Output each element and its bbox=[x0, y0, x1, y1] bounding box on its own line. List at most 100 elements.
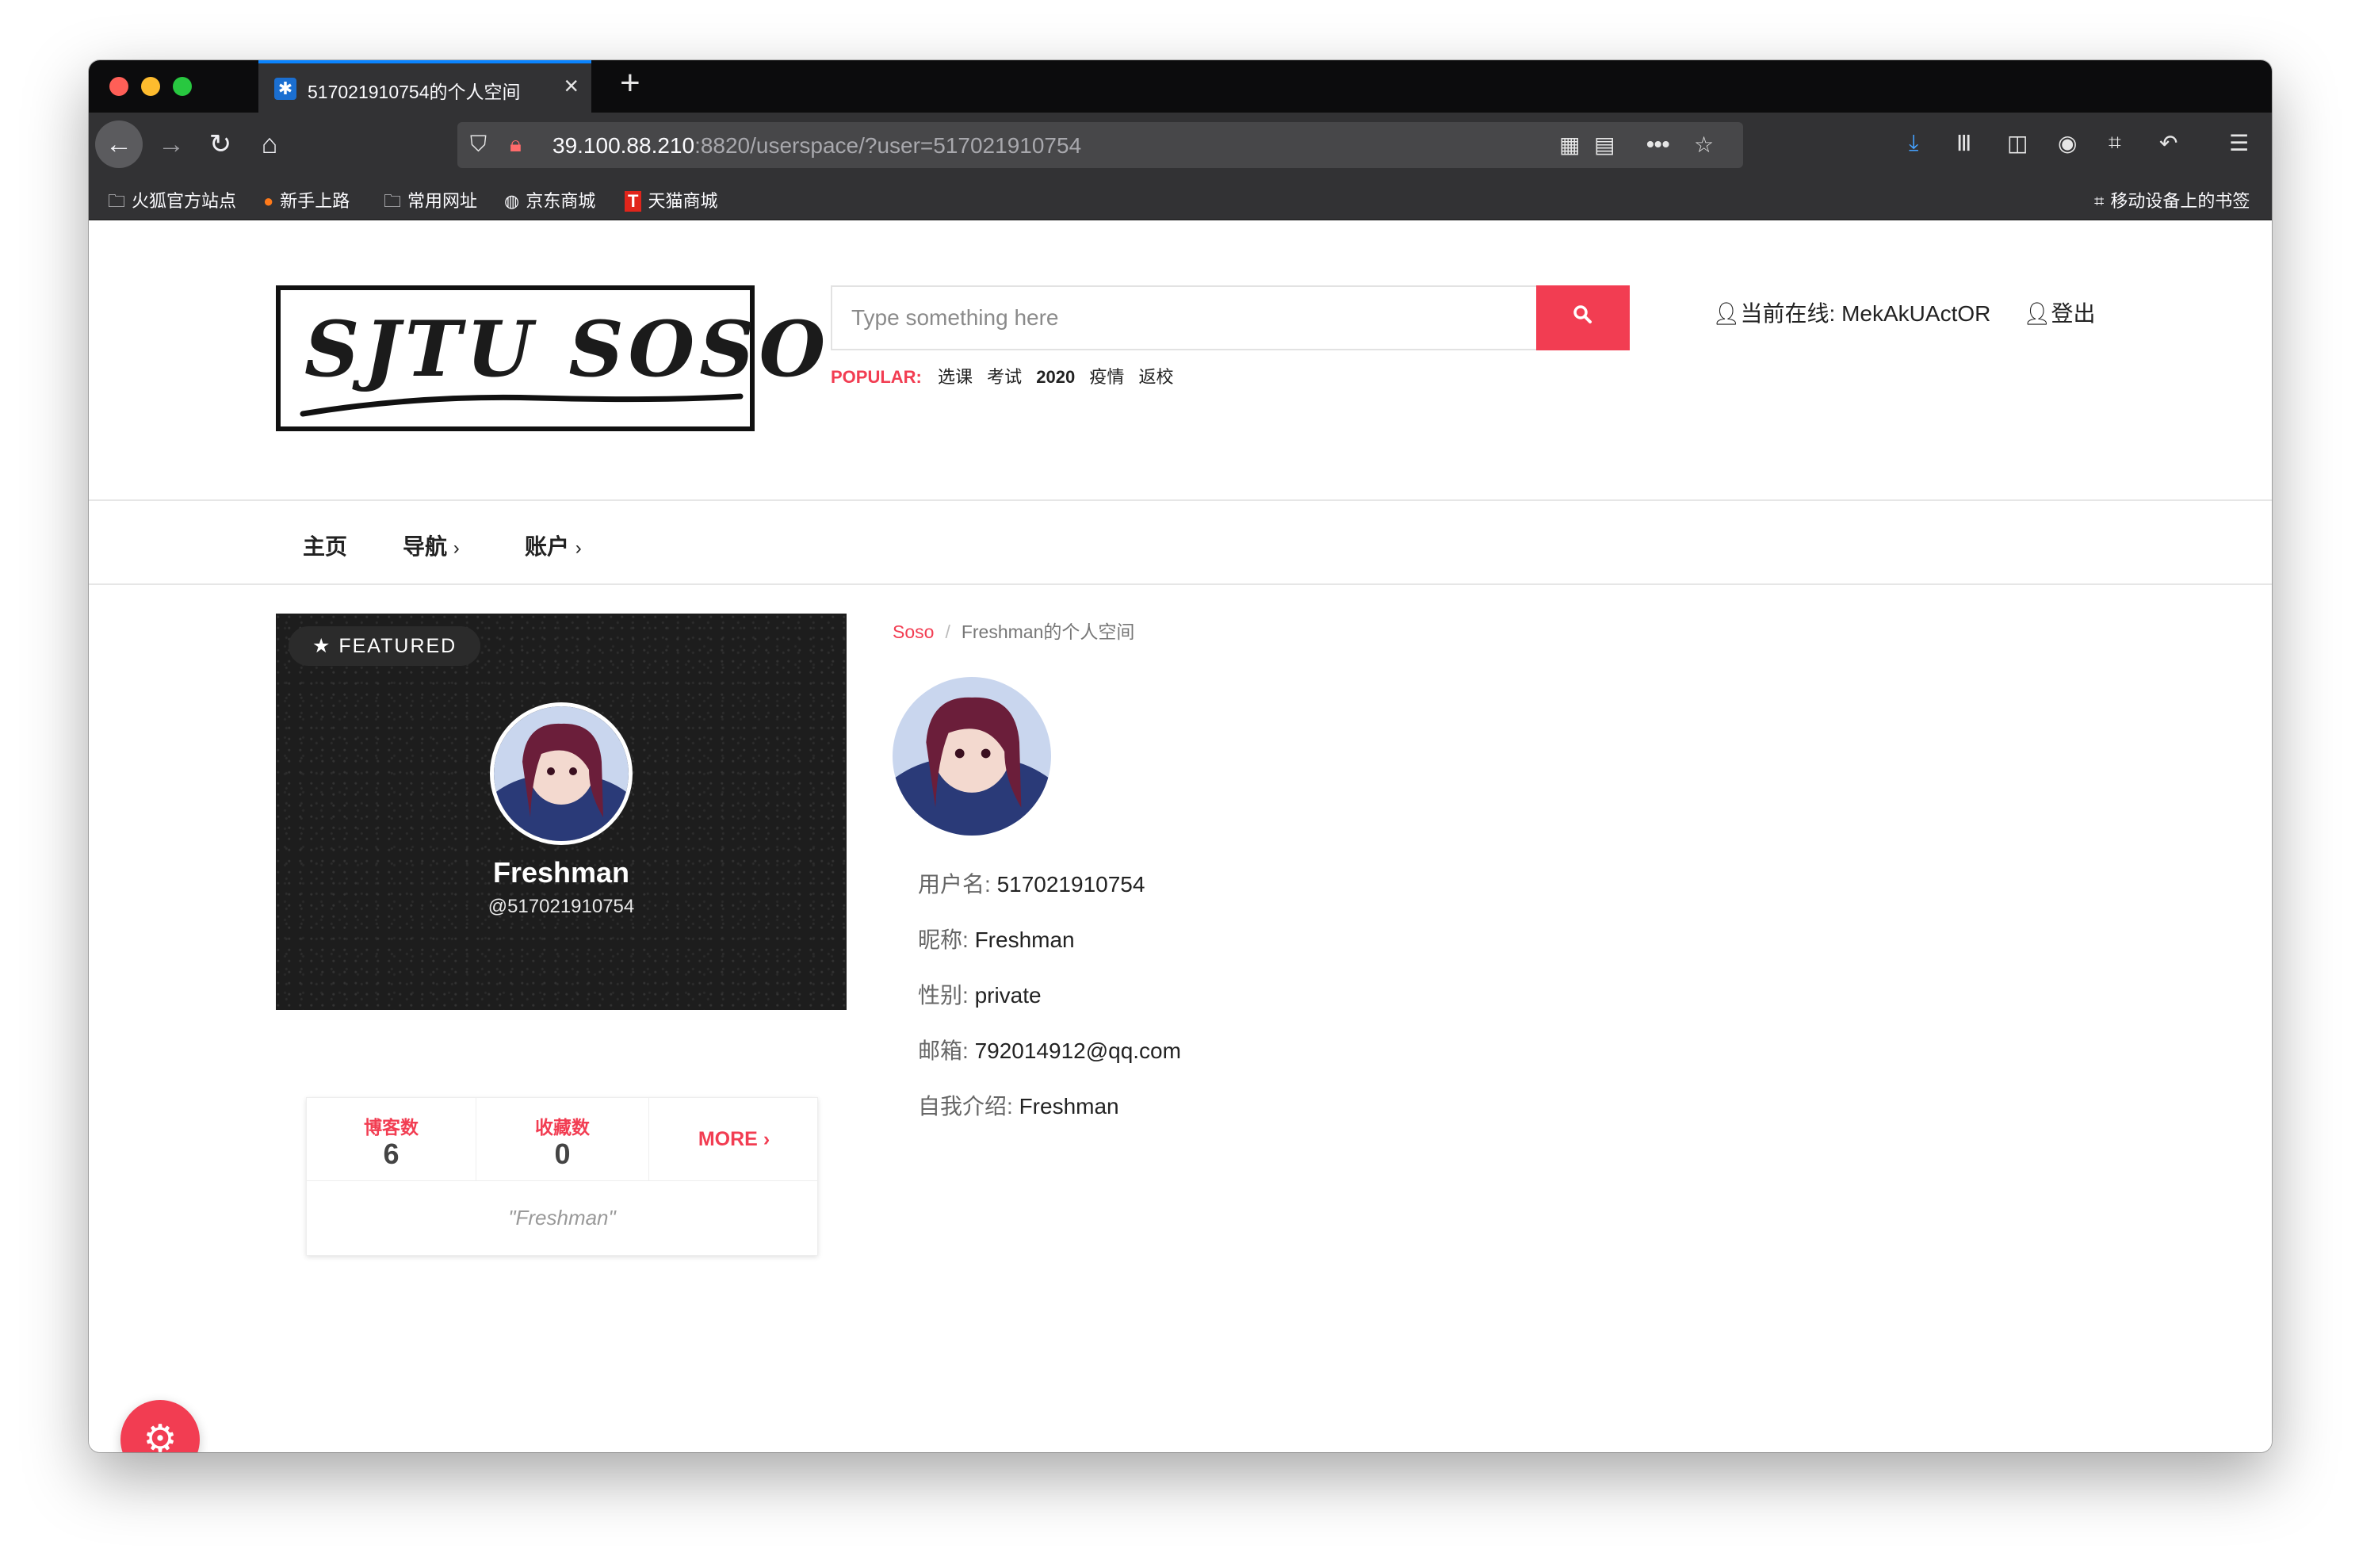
header-divider bbox=[89, 499, 2272, 501]
minimize-window-button[interactable] bbox=[141, 77, 160, 96]
search-input[interactable] bbox=[832, 287, 1535, 349]
url-text[interactable]: 39.100.88.210:8820/userspace/?user=51702… bbox=[552, 133, 1081, 159]
logo-swoosh bbox=[300, 393, 744, 417]
settings-gear-button[interactable]: ⚙ bbox=[120, 1400, 200, 1452]
more-label: MORE bbox=[698, 1128, 758, 1150]
menu-item-navigation[interactable]: 导航 › bbox=[403, 530, 460, 561]
tab-title: 517021910754的个人空间 bbox=[308, 82, 521, 102]
home-icon[interactable]: ⌂ bbox=[246, 120, 293, 168]
close-window-button[interactable] bbox=[109, 77, 128, 96]
bookmark-item[interactable]: 🗀 火狐官方站点 bbox=[108, 187, 236, 218]
breadcrumb-current: Freshman的个人空间 bbox=[961, 621, 1135, 642]
insecure-lock-icon[interactable]: 🔒︎ bbox=[510, 132, 522, 158]
search-icon bbox=[1573, 305, 1592, 323]
bookmark-item[interactable]: T 天猫商城 bbox=[625, 187, 717, 212]
maximize-window-button[interactable] bbox=[173, 77, 192, 96]
card-avatar bbox=[490, 702, 633, 845]
featured-card: ★ FEATURED Freshman @517021910754 bbox=[276, 614, 847, 1010]
bookmark-label: 常用网址 bbox=[407, 191, 478, 211]
online-label: 当前在线: bbox=[1740, 301, 1836, 326]
more-button[interactable]: MORE › bbox=[649, 1098, 819, 1180]
account-icon[interactable]: ◉ bbox=[2058, 130, 2077, 156]
globe-icon: ◍ bbox=[504, 191, 520, 211]
profile-field-bio: 自我介绍: Freshman bbox=[918, 1089, 1119, 1121]
stat-label: 收藏数 bbox=[535, 1117, 590, 1138]
chevron-right-icon: › bbox=[453, 537, 460, 559]
field-value: Freshman bbox=[974, 927, 1075, 952]
popular-tags: POPULAR: 选课 考试 2020 疫情 返校 bbox=[831, 363, 1183, 388]
user-icon: 👤︎ bbox=[2023, 301, 2051, 326]
field-key: 昵称: bbox=[918, 927, 969, 952]
logo-text: SJTU SOSO bbox=[304, 304, 831, 394]
menu-item-home[interactable]: 主页 bbox=[303, 530, 347, 561]
bookmark-label: 天猫商城 bbox=[648, 191, 718, 211]
library-icon[interactable]: Ⅲ bbox=[1956, 130, 1971, 156]
profile-field-nickname: 昵称: Freshman bbox=[918, 923, 1075, 954]
popular-tag[interactable]: 2020 bbox=[1036, 367, 1075, 387]
popular-tag[interactable]: 返校 bbox=[1139, 367, 1174, 387]
field-value: private bbox=[974, 983, 1042, 1008]
bookmark-star-icon[interactable]: ☆ bbox=[1694, 132, 1714, 158]
search-box bbox=[831, 285, 1538, 350]
logout-link[interactable]: 👤︎登出 bbox=[2023, 296, 2096, 328]
new-tab-icon[interactable]: + bbox=[620, 63, 640, 103]
menu-item-account[interactable]: 账户 › bbox=[525, 530, 582, 561]
online-user-status[interactable]: 👤︎当前在线: MekAkUActOR bbox=[1712, 296, 1990, 328]
shield-icon[interactable]: ⛉ bbox=[470, 132, 487, 158]
reader-view-icon[interactable]: ▤ bbox=[1594, 132, 1615, 158]
bookmark-label: 新手上路 bbox=[280, 191, 350, 211]
reload-icon[interactable]: ↻ bbox=[197, 120, 244, 168]
menu-label: 导航 bbox=[403, 534, 448, 559]
browser-tab[interactable]: ✱ 517021910754的个人空间 × bbox=[258, 60, 591, 113]
stat-value: 6 bbox=[383, 1138, 400, 1170]
breadcrumb-home-link[interactable]: Soso bbox=[893, 621, 934, 642]
sidebar-icon[interactable]: ◫ bbox=[2007, 130, 2028, 156]
field-key: 自我介绍: bbox=[918, 1094, 1013, 1119]
popular-tag[interactable]: 考试 bbox=[987, 367, 1022, 387]
popular-label: POPULAR: bbox=[831, 367, 922, 387]
field-key: 性别: bbox=[918, 983, 969, 1008]
mobile-bookmarks[interactable]: ⌗ 移动设备上的书签 bbox=[2094, 187, 2250, 212]
site-logo[interactable]: SJTU SOSO bbox=[276, 285, 825, 431]
download-icon[interactable]: ⤓ bbox=[1909, 130, 1918, 156]
bookmark-item[interactable]: 🗀 常用网址 bbox=[384, 187, 477, 218]
gear-icon: ⚙ bbox=[143, 1418, 178, 1452]
address-bar[interactable]: ⛉ 🔒︎ 39.100.88.210:8820/userspace/?user=… bbox=[457, 122, 1743, 168]
stat-blogs[interactable]: 博客数 6 bbox=[307, 1098, 476, 1180]
folder-icon: 🗀 bbox=[108, 191, 126, 211]
firefox-icon: ● bbox=[263, 191, 274, 211]
bookmark-label: 京东商城 bbox=[526, 191, 596, 211]
undo-icon[interactable]: ↶ bbox=[2159, 130, 2177, 156]
back-arrow-icon[interactable]: ← bbox=[95, 120, 143, 168]
breadcrumb: Soso / Freshman的个人空间 bbox=[893, 617, 1134, 644]
logout-label: 登出 bbox=[2051, 301, 2096, 326]
field-value: 517021910754 bbox=[996, 872, 1145, 897]
menu-divider bbox=[89, 583, 2272, 585]
popular-tag[interactable]: 疫情 bbox=[1089, 367, 1124, 387]
stat-favorites[interactable]: 收藏数 0 bbox=[476, 1098, 649, 1180]
hamburger-menu-icon[interactable]: ☰ bbox=[2229, 130, 2249, 156]
snowflake-favicon-icon: ✱ bbox=[274, 78, 296, 100]
field-value: Freshman bbox=[1019, 1094, 1119, 1119]
online-username: MekAkUActOR bbox=[1841, 301, 1991, 326]
menu-label: 账户 bbox=[525, 534, 570, 559]
forward-arrow-icon[interactable]: → bbox=[147, 120, 195, 168]
card-quote: "Freshman" bbox=[307, 1180, 817, 1256]
page-actions-icon[interactable]: ••• bbox=[1646, 132, 1669, 157]
profile-field-username: 用户名: 517021910754 bbox=[918, 867, 1145, 899]
card-handle: @517021910754 bbox=[487, 896, 635, 917]
chevron-right-icon: › bbox=[575, 537, 582, 559]
profile-field-email: 邮箱: 792014912@qq.com bbox=[918, 1034, 1181, 1065]
mobile-bookmarks-label: 移动设备上的书签 bbox=[2110, 191, 2250, 211]
profile-avatar bbox=[893, 677, 1051, 836]
search-button[interactable] bbox=[1536, 285, 1630, 350]
bookmark-item[interactable]: ● 新手上路 bbox=[263, 187, 350, 212]
popular-tag[interactable]: 选课 bbox=[938, 367, 973, 387]
card-name: Freshman bbox=[492, 856, 630, 889]
folder-icon: 🗀 bbox=[384, 191, 402, 211]
bookmark-item[interactable]: ◍ 京东商城 bbox=[504, 187, 595, 212]
close-tab-icon[interactable]: × bbox=[564, 71, 579, 101]
qr-code-icon[interactable]: ▦ bbox=[1559, 132, 1580, 158]
screenshot-icon[interactable]: ⌗ bbox=[2109, 130, 2121, 156]
breadcrumb-separator: / bbox=[945, 621, 950, 642]
